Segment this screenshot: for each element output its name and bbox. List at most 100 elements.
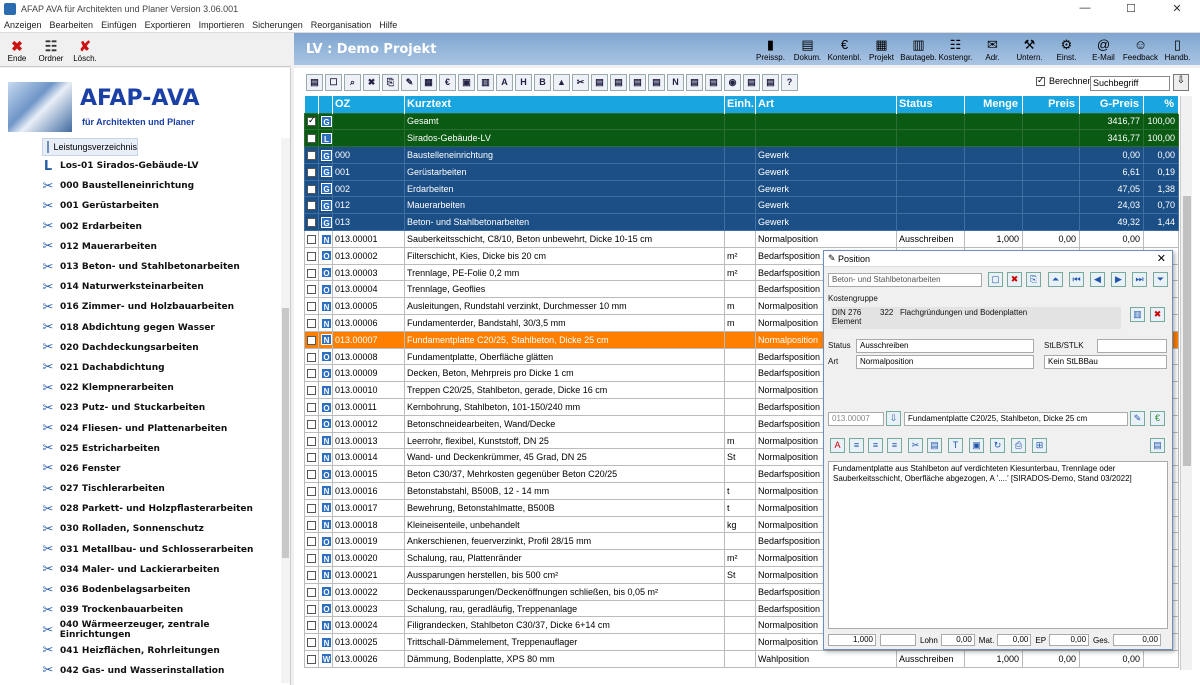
grid-tool-button[interactable]: ▤: [306, 73, 323, 91]
langtext-area[interactable]: Fundamentplatte aus Stahlbeton auf verdi…: [828, 461, 1168, 629]
grid-tool-button[interactable]: ✖: [363, 73, 380, 91]
scroll-thumb[interactable]: [282, 308, 289, 558]
table-row[interactable]: W 013.00026 Dämmung, Bodenplatte, XPS 80 m…: [304, 650, 1179, 668]
row-checkbox[interactable]: [307, 587, 316, 597]
row-checkbox[interactable]: [307, 184, 316, 194]
column-header[interactable]: OZ: [332, 96, 405, 113]
toolbar-button[interactable]: ☷ Ordner: [34, 33, 68, 66]
tree-item[interactable]: ✂ 018 Abdichtung gegen Wasser: [40, 318, 280, 338]
next-icon[interactable]: ▶: [1111, 272, 1126, 287]
column-header[interactable]: [304, 96, 319, 113]
next-page-icon[interactable]: ⏭: [1132, 272, 1147, 287]
toolbar-button[interactable]: ▯ Handb.: [1159, 37, 1196, 62]
tree-item[interactable]: ✂ 025 Estricharbeiten: [40, 439, 280, 459]
tree-item[interactable]: ✂ 028 Parkett- und Holzpflasterarbeiten: [40, 499, 280, 519]
column-header[interactable]: Art: [755, 96, 897, 113]
menge-field[interactable]: 1,000: [828, 634, 876, 646]
grid-tool-button[interactable]: ?: [781, 73, 798, 91]
column-header[interactable]: G-Preis: [1079, 96, 1144, 113]
tree-item[interactable]: ✂ 026 Fenster: [40, 459, 280, 479]
toolbar-button[interactable]: ✉ Adr.: [974, 37, 1011, 62]
column-header[interactable]: Preis: [1022, 96, 1080, 113]
toolbar-button[interactable]: ▥ Bautageb.: [900, 37, 937, 62]
menu-item[interactable]: Einfügen: [101, 20, 137, 30]
tree-item[interactable]: ✂ 000 Baustelleneinrichtung: [40, 176, 280, 196]
tree-item[interactable]: ✂ 034 Maler- und Lackierarbeiten: [40, 560, 280, 580]
menu-item[interactable]: Hilfe: [379, 20, 397, 30]
menu-item[interactable]: Importieren: [199, 20, 245, 30]
column-header[interactable]: %: [1143, 96, 1179, 113]
row-checkbox[interactable]: [307, 570, 316, 580]
status-select[interactable]: Ausschreiben: [856, 339, 1034, 353]
row-checkbox[interactable]: [307, 151, 316, 161]
row-checkbox[interactable]: [307, 134, 316, 144]
mat-field[interactable]: 0,00: [997, 634, 1032, 646]
table-scrollbar[interactable]: [1180, 96, 1192, 670]
tree-item[interactable]: ✂ 023 Putz- und Stuckarbeiten: [40, 398, 280, 418]
print-icon[interactable]: ⎙: [1011, 438, 1026, 453]
tree-item[interactable]: ✂ 022 Klempnerarbeiten: [40, 378, 280, 398]
kurztext-field[interactable]: Fundamentplatte C20/25, Stahlbeton, Dick…: [904, 412, 1128, 426]
grid-tool-button[interactable]: ⌕: [344, 73, 361, 91]
grid-tool-button[interactable]: ▤: [648, 73, 665, 91]
toolbar-button[interactable]: ⚙ Einst.: [1048, 37, 1085, 62]
row-checkbox[interactable]: [307, 419, 316, 429]
tree-item[interactable]: ✂ 042 Gas- und Wasserinstallation: [40, 661, 280, 681]
toolbar-button[interactable]: ▮ Preissp.: [752, 37, 789, 62]
row-checkbox[interactable]: [307, 453, 316, 463]
grid-tool-button[interactable]: ☐: [325, 73, 342, 91]
delete-icon[interactable]: ✖: [1007, 272, 1022, 287]
grid-tool-button[interactable]: ▥: [477, 73, 494, 91]
tree-item[interactable]: ✂ 040 Wärmeerzeuger, zentrale Einrichtung…: [40, 620, 280, 640]
remove-kg-icon[interactable]: ✖: [1150, 307, 1165, 322]
row-checkbox[interactable]: [307, 537, 316, 547]
row-checkbox[interactable]: [307, 470, 316, 480]
row-checkbox[interactable]: [307, 638, 316, 648]
row-checkbox[interactable]: [307, 604, 316, 614]
grid-tool-button[interactable]: ▤: [629, 73, 646, 91]
folder-icon[interactable]: ▣: [969, 438, 984, 453]
paste-icon[interactable]: ▤: [927, 438, 942, 453]
menu-item[interactable]: Reorganisation: [311, 20, 372, 30]
grid-tool-button[interactable]: ✂: [572, 73, 589, 91]
grid-tool-button[interactable]: ⎘: [382, 73, 399, 91]
maximize-button[interactable]: ☐: [1108, 2, 1154, 15]
table-row[interactable]: L Sirados-Gebäude-LV 3416,77 100,00: [304, 129, 1179, 148]
table-row[interactable]: G 002 Erdarbeiten Gewerk 47,05 1,38: [304, 179, 1179, 198]
grid-tool-button[interactable]: ▤: [610, 73, 627, 91]
table-scroll-thumb[interactable]: [1183, 196, 1191, 466]
search-input[interactable]: Suchbegriff: [1090, 76, 1170, 91]
tree-item[interactable]: ✂ 030 Rolladen, Sonnenschutz: [40, 519, 280, 539]
row-checkbox[interactable]: [307, 235, 316, 245]
edit-icon[interactable]: ✎: [1130, 411, 1145, 426]
toolbar-button[interactable]: ✘ Lösch.: [68, 33, 102, 66]
toolbar-button[interactable]: ⚒ Untern.: [1011, 37, 1048, 62]
euro-icon[interactable]: €: [1150, 411, 1165, 426]
table-row[interactable]: G 000 Baustelleneinrichtung Gewerk 0,00 0,00: [304, 146, 1179, 164]
tree-item[interactable]: ✂ 012 Mauerarbeiten: [40, 237, 280, 257]
table-row[interactable]: G 013 Beton- und Stahlbetonarbeiten Gewerk 4…: [304, 213, 1179, 232]
font-icon[interactable]: T: [948, 438, 963, 453]
first-icon[interactable]: ⏶: [1048, 272, 1063, 287]
tree-item[interactable]: ✂ 013 Beton- und Stahlbetonarbeiten: [40, 257, 280, 277]
grid-tool-button[interactable]: A: [496, 73, 513, 91]
grid-tool-button[interactable]: ▦: [420, 73, 437, 91]
arrow-down-icon[interactable]: ⇩: [886, 411, 901, 426]
row-checkbox[interactable]: [307, 335, 316, 345]
zoom-icon[interactable]: ⊞: [1032, 438, 1047, 453]
row-checkbox[interactable]: [307, 436, 316, 446]
menu-item[interactable]: Sicherungen: [252, 20, 303, 30]
column-header[interactable]: [318, 96, 333, 113]
tree-item[interactable]: ✂ 020 Dachdeckungsarbeiten: [40, 338, 280, 358]
tree-item[interactable]: ✂ 027 Tischlerarbeiten: [40, 479, 280, 499]
toolbar-button[interactable]: ✖ Ende: [0, 33, 34, 66]
menu-item[interactable]: Exportieren: [145, 20, 191, 30]
lohn-field[interactable]: 0,00: [940, 634, 975, 646]
row-checkbox[interactable]: [307, 486, 316, 496]
last-icon[interactable]: ⏷: [1153, 272, 1168, 287]
refresh-icon[interactable]: ↻: [990, 438, 1005, 453]
art-select[interactable]: Normalposition: [856, 355, 1034, 369]
row-checkbox[interactable]: [307, 386, 316, 396]
toolbar-button[interactable]: € Kontenbl.: [826, 37, 863, 62]
new-icon[interactable]: ▢: [988, 272, 1003, 287]
